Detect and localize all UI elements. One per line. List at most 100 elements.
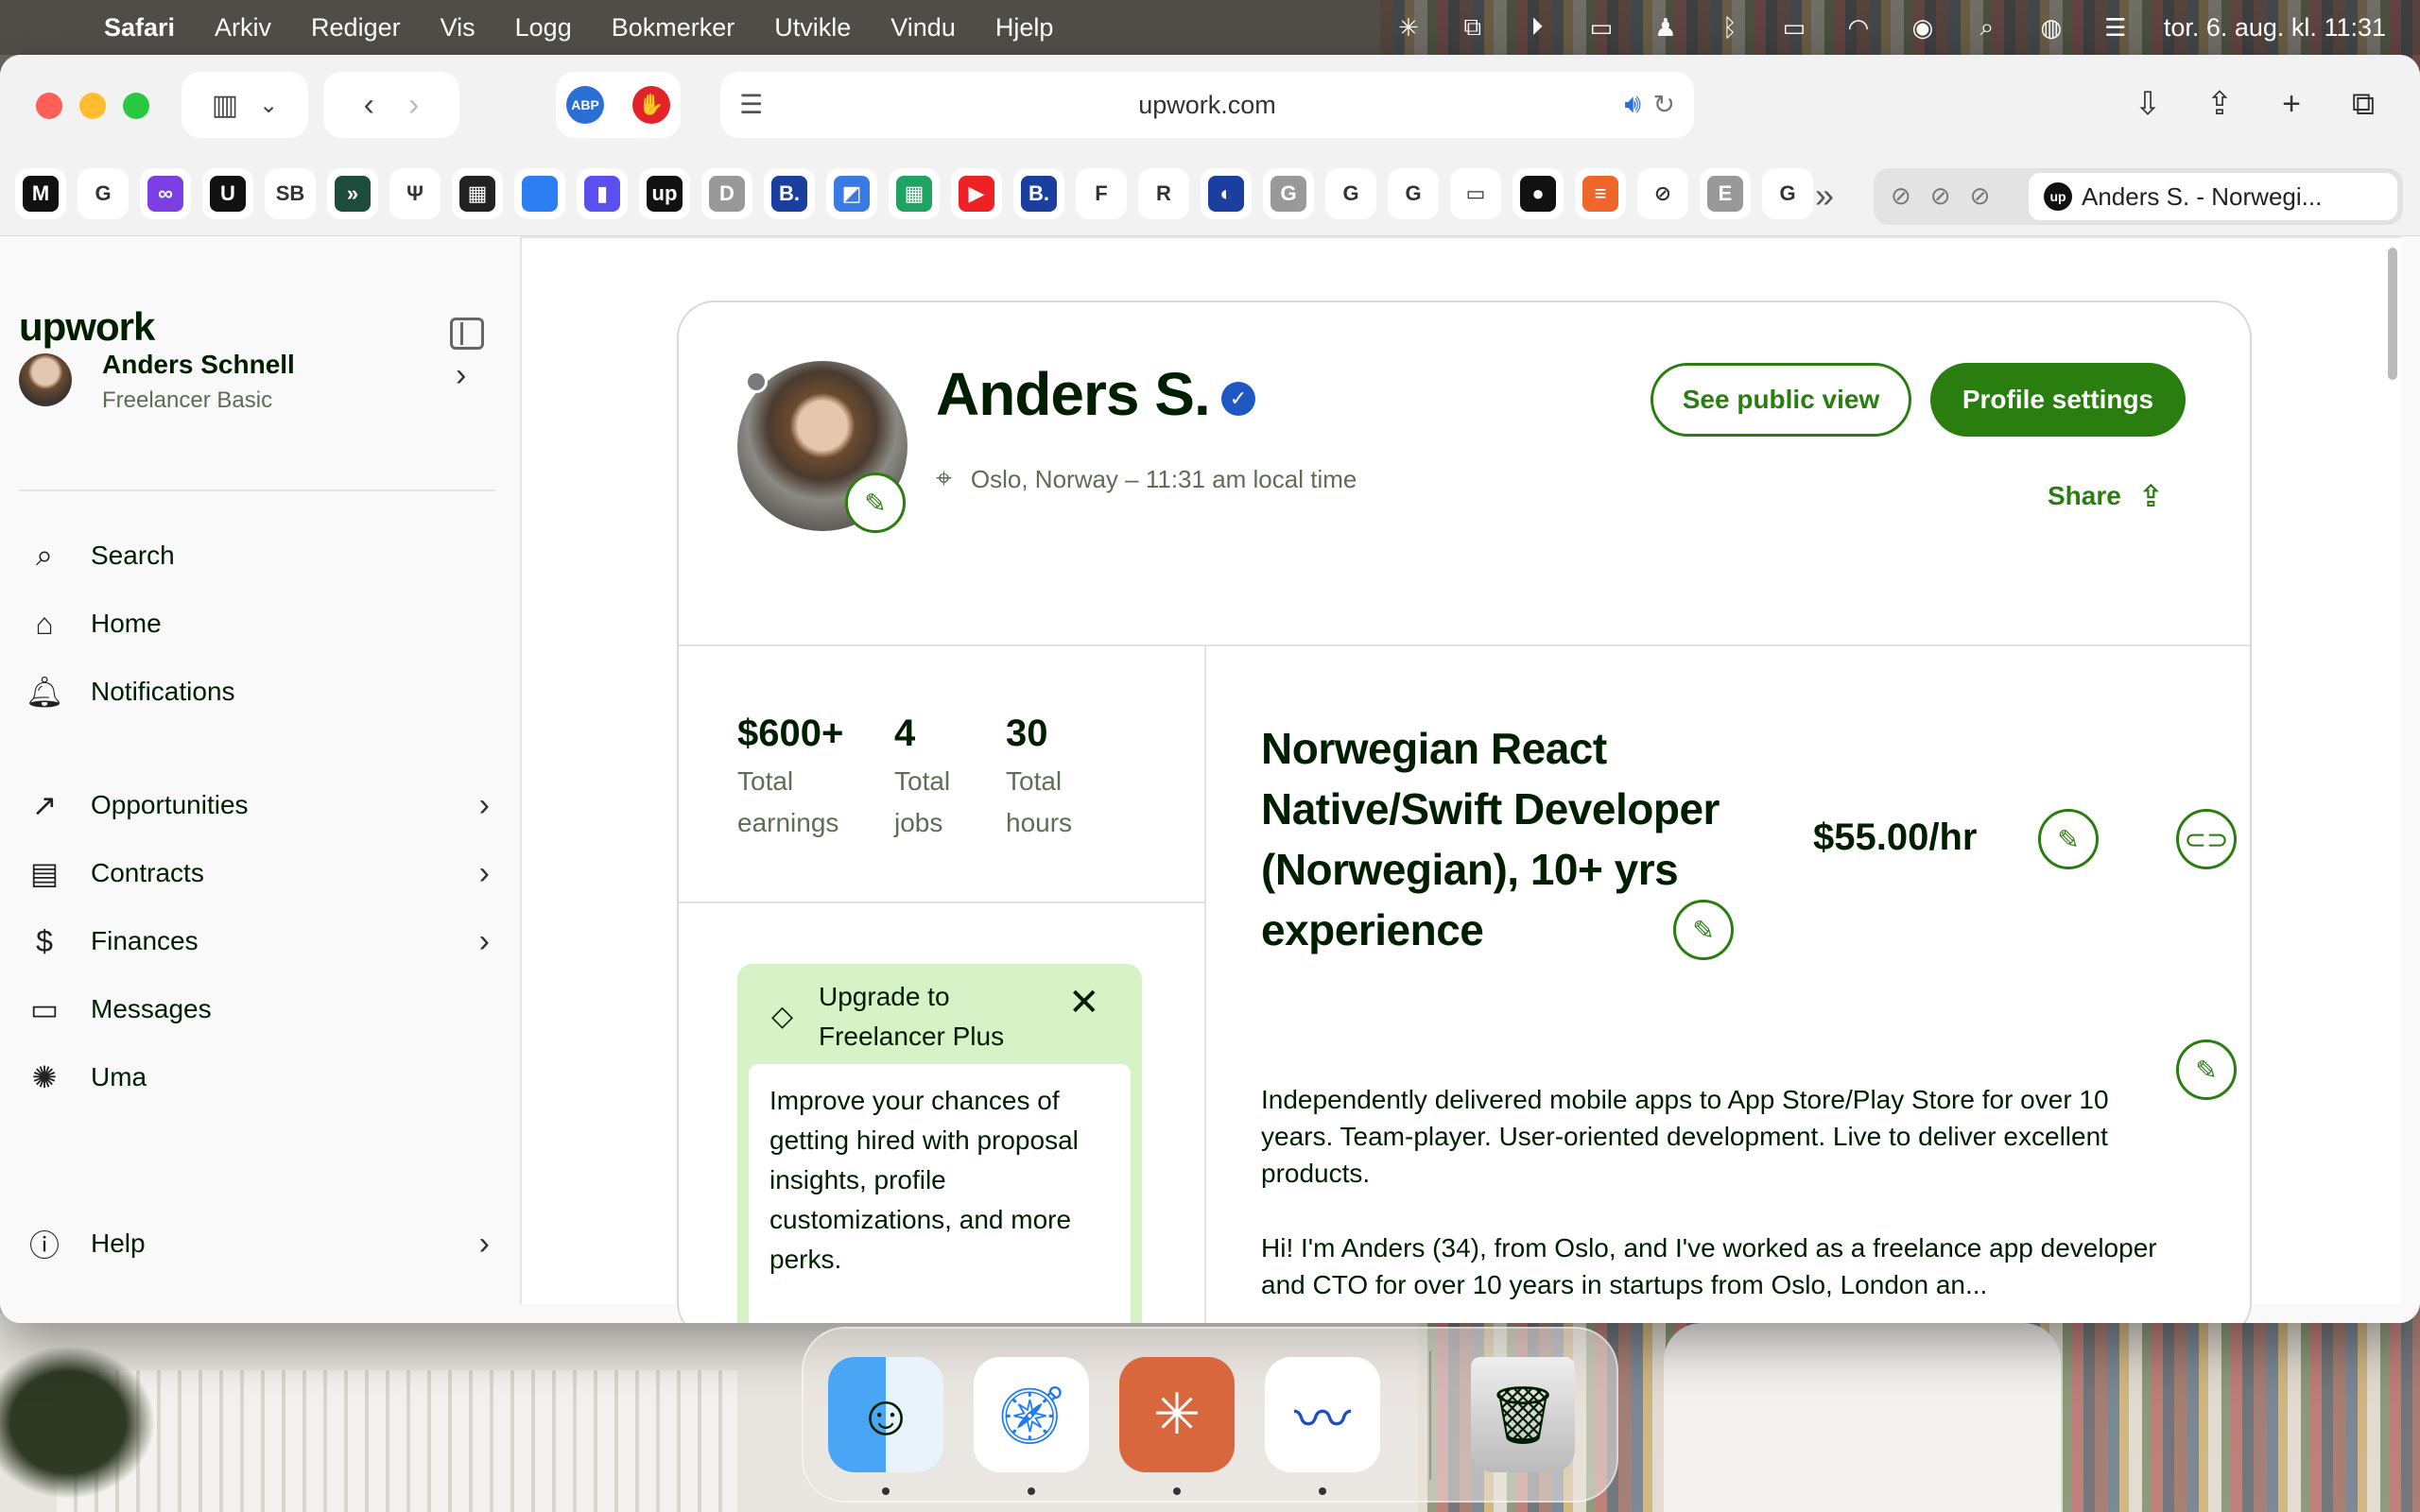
- shortcut-favorite-icon[interactable]: ◩: [826, 168, 877, 219]
- left-sidebar: upwork Anders Schnell Freelancer Basic ›…: [0, 236, 518, 1323]
- close-window-button[interactable]: [36, 93, 62, 119]
- green-v-favorite-icon[interactable]: »: [327, 168, 378, 219]
- play-status-icon[interactable]: ⏵: [1521, 12, 1553, 42]
- close-icon[interactable]: ✕: [1068, 981, 1100, 1024]
- github-favorite-icon[interactable]: ●: [1512, 168, 1564, 219]
- finder-icon[interactable]: ☺: [828, 1357, 943, 1472]
- copy-link-button[interactable]: ⊂⊃: [2176, 809, 2237, 869]
- sidebar-item-home[interactable]: ⌂ Home: [26, 595, 499, 652]
- see-public-view-button[interactable]: See public view: [1651, 363, 1911, 437]
- sidebar-item-contracts[interactable]: ▤ Contracts ›: [26, 845, 499, 902]
- sidebar-item-notifications[interactable]: 🔔︎ Notifications: [26, 663, 499, 720]
- menu-clock[interactable]: tor. 6. aug. kl. 11:31: [2164, 13, 2386, 43]
- trash-icon[interactable]: 🗑︎: [1471, 1357, 1575, 1472]
- freeform-icon[interactable]: 〰: [1265, 1357, 1380, 1472]
- menu-item-vis[interactable]: Vis: [441, 13, 475, 43]
- medium-favorite-icon[interactable]: M: [15, 168, 66, 219]
- spotlight-search-icon[interactable]: ⌕: [1971, 12, 2003, 42]
- google2-favorite-icon[interactable]: G: [1325, 168, 1376, 219]
- claude-status-icon[interactable]: ✳: [1392, 13, 1425, 42]
- compass-favorite-icon[interactable]: ⊘: [1637, 168, 1688, 219]
- menu-item-vindu[interactable]: Vindu: [890, 13, 956, 43]
- u-favorite-icon[interactable]: U: [202, 168, 253, 219]
- calendar-favorite-icon[interactable]: ▦: [452, 168, 503, 219]
- r-favorite-icon[interactable]: R: [1138, 168, 1189, 219]
- e-favorite-icon[interactable]: E: [1700, 168, 1751, 219]
- favorite-glyph: B.: [771, 176, 807, 212]
- reload-icon[interactable]: ↻: [1653, 89, 1675, 120]
- c-favorite-icon[interactable]: ◐: [1201, 168, 1252, 219]
- adblock-icon[interactable]: ✋: [632, 86, 670, 124]
- profile-settings-button[interactable]: Profile settings: [1930, 363, 2186, 437]
- zoom-window-button[interactable]: [123, 93, 149, 119]
- f-favorite-icon[interactable]: F: [1076, 168, 1127, 219]
- sidebar-item-help[interactable]: ⓘ Help ›: [26, 1215, 499, 1272]
- booking2-favorite-icon[interactable]: B.: [1013, 168, 1064, 219]
- bookmark-favorite-icon[interactable]: ▮: [577, 168, 628, 219]
- sheets-favorite-icon[interactable]: ▦: [889, 168, 940, 219]
- menu-app-name[interactable]: Safari: [104, 13, 175, 43]
- upgrade-title[interactable]: Upgrade to Freelancer Plus: [819, 977, 1064, 1057]
- apple-favorite-icon[interactable]: [514, 168, 565, 219]
- adblock-plus-icon[interactable]: ABP: [566, 86, 604, 124]
- bluetooth-icon[interactable]: ᛒ: [1714, 13, 1746, 42]
- tab-overview-icon[interactable]: ⧉: [2344, 81, 2382, 127]
- account-icon[interactable]: ◉: [1907, 13, 1939, 42]
- more-favorites-icon[interactable]: »: [1815, 176, 1834, 215]
- pinned-tabs-icons[interactable]: ⊘⊘⊘: [1891, 181, 2009, 211]
- address-bar[interactable]: ☰ upwork.com 🔊︎ ↻: [720, 72, 1694, 138]
- google3-favorite-icon[interactable]: G: [1388, 168, 1439, 219]
- menu-item-logg[interactable]: Logg: [515, 13, 572, 43]
- share-toolbar-icon[interactable]: ⇪: [2201, 81, 2238, 127]
- user-status-icon[interactable]: ♟: [1650, 13, 1682, 42]
- menu-item-bokmerker[interactable]: Bokmerker: [612, 13, 735, 43]
- stack-favorite-icon[interactable]: ≡: [1575, 168, 1626, 219]
- trident-favorite-icon[interactable]: Ψ: [389, 168, 441, 219]
- safari-icon[interactable]: 🧭︎: [974, 1357, 1089, 1472]
- sidebar-toggle-button[interactable]: ▥ ⌄: [182, 72, 308, 138]
- google4-favorite-icon[interactable]: G: [1762, 168, 1813, 219]
- booking-favorite-icon[interactable]: B.: [764, 168, 815, 219]
- forward-button[interactable]: ›: [408, 87, 419, 124]
- reader-icon[interactable]: ☰: [739, 89, 771, 121]
- control-center-icon[interactable]: ☰: [2100, 13, 2132, 42]
- edit-description-button[interactable]: ✎: [2176, 1040, 2237, 1100]
- google-favorite-icon[interactable]: G: [78, 168, 129, 219]
- url-text[interactable]: upwork.com: [1138, 91, 1276, 120]
- share-button[interactable]: Share ⇪: [2048, 478, 2164, 514]
- active-tab[interactable]: up Anders S. - Norwegi...: [2029, 173, 2397, 220]
- sidebar-item-search[interactable]: ⌕ Search: [26, 527, 499, 584]
- d-favorite-icon[interactable]: D: [701, 168, 752, 219]
- sidebar-item-uma[interactable]: ✺ Uma: [26, 1049, 499, 1106]
- box-favorite-icon[interactable]: ▭: [1450, 168, 1501, 219]
- youtube-favorite-icon[interactable]: ▶: [951, 168, 1002, 219]
- dock-separator: [1429, 1351, 1431, 1480]
- screen-mirror-icon[interactable]: ⧉: [1457, 12, 1489, 42]
- upwork-favorite-icon[interactable]: up: [639, 168, 690, 219]
- scrollbar[interactable]: [2388, 248, 2397, 380]
- edit-headline-button[interactable]: ✎: [1673, 900, 1734, 960]
- sidebar-item-messages[interactable]: ▭ Messages: [26, 981, 499, 1038]
- sidebar-item-finances[interactable]: $ Finances ›: [26, 913, 499, 970]
- audio-playing-icon[interactable]: 🔊︎: [1624, 89, 1641, 120]
- sidebar-item-opportunities[interactable]: ↗ Opportunities ›: [26, 777, 499, 833]
- menu-item-arkiv[interactable]: Arkiv: [215, 13, 271, 43]
- minimize-window-button[interactable]: [79, 93, 106, 119]
- purple-favorite-icon[interactable]: ∞: [140, 168, 191, 219]
- g-grey-favorite-icon[interactable]: G: [1263, 168, 1314, 219]
- downloads-icon[interactable]: ⇩: [2129, 81, 2167, 127]
- menu-item-rediger[interactable]: Rediger: [311, 13, 401, 43]
- new-tab-icon[interactable]: +: [2273, 81, 2310, 127]
- menu-item-utvikle[interactable]: Utvikle: [774, 13, 851, 43]
- edit-rate-button[interactable]: ✎: [2038, 809, 2099, 869]
- sb-favorite-icon[interactable]: SB: [265, 168, 316, 219]
- edit-photo-button[interactable]: ✎: [845, 472, 906, 533]
- battery-icon[interactable]: ▭: [1778, 13, 1810, 42]
- claude-icon[interactable]: ✳: [1119, 1357, 1235, 1472]
- wifi-icon[interactable]: ◠: [1842, 13, 1875, 42]
- user-menu[interactable]: Anders Schnell Freelancer Basic ›: [19, 336, 492, 435]
- display-icon[interactable]: ▭: [1585, 13, 1617, 42]
- siri-icon[interactable]: ◍: [2035, 13, 2067, 42]
- back-button[interactable]: ‹: [364, 87, 374, 124]
- menu-item-hjelp[interactable]: Hjelp: [995, 13, 1054, 43]
